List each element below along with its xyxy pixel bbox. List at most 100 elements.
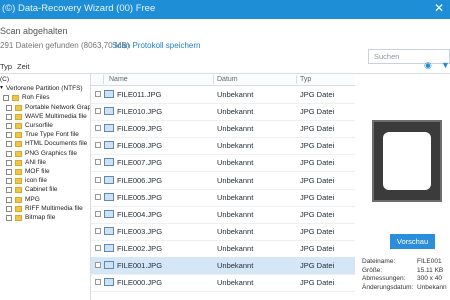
file-name: FILE011.JPG	[117, 90, 162, 99]
tree-checkbox[interactable]	[6, 123, 12, 129]
preview-panel: Vorschau Dateiname: FILE001 Größe: 15.11 KB…	[356, 74, 450, 300]
file-row[interactable]: FILE010.JPG Unbekannt JPG Datei	[91, 103, 355, 122]
row-checkbox[interactable]	[95, 193, 101, 200]
column-header: Name Datum Typ	[91, 74, 355, 86]
file-type: JPG Datei	[300, 261, 335, 270]
row-checkbox[interactable]	[95, 262, 101, 268]
tree-checkbox[interactable]	[3, 95, 9, 102]
row-checkbox[interactable]	[95, 108, 101, 115]
tree-checkbox[interactable]	[6, 196, 12, 203]
tree-checkbox[interactable]	[6, 187, 12, 194]
row-checkbox[interactable]	[95, 142, 101, 149]
file-info-value: FILE001	[417, 258, 442, 265]
image-file-icon	[104, 158, 114, 167]
tab-type[interactable]: Typ	[0, 62, 12, 71]
file-row[interactable]: FILE007.JPG Unbekannt JPG Datei	[91, 154, 355, 173]
tree-item-label: MPG	[25, 195, 40, 203]
file-row[interactable]: FILE001.JPG Unbekannt JPG Datei	[91, 257, 355, 275]
row-checkbox[interactable]	[95, 176, 101, 183]
file-type: JPG Datei	[300, 175, 335, 185]
row-checkbox[interactable]	[95, 125, 101, 132]
file-date: Unbekannt	[217, 261, 254, 270]
file-type: JPG Datei	[300, 226, 335, 236]
folder-icon	[15, 159, 22, 166]
tree-checkbox[interactable]	[6, 178, 12, 185]
tree-checkbox[interactable]	[6, 169, 12, 175]
folder-icon	[15, 113, 22, 120]
file-row[interactable]: FILE005.JPG Unbekannt JPG Datei	[91, 189, 355, 207]
file-row[interactable]: FILE004.JPG Unbekannt JPG Datei	[91, 206, 355, 224]
column-type[interactable]: Typ	[300, 76, 311, 83]
folder-icon	[15, 178, 22, 185]
folder-icon	[15, 141, 22, 148]
file-row[interactable]: FILE003.JPG Unbekannt JPG Datei	[91, 223, 355, 241]
folder-icon	[15, 215, 22, 221]
file-date: Unbekannt	[217, 141, 254, 151]
tree-item-label: icon file	[25, 177, 48, 185]
row-checkbox[interactable]	[95, 210, 101, 217]
column-date[interactable]: Datum	[217, 76, 238, 83]
column-name[interactable]: Name	[109, 76, 128, 83]
file-row[interactable]: FILE009.JPG Unbekannt JPG Datei	[91, 120, 355, 139]
tree-item-label: RIFF Multimedia file	[25, 204, 83, 212]
row-checkbox[interactable]	[95, 227, 101, 234]
tree-item-label: WAVE Multimedia file	[25, 112, 87, 120]
search-placeholder: Suchen	[374, 52, 400, 61]
tree-item-label: HTML Documents file	[25, 140, 88, 148]
tree-checkbox[interactable]	[6, 150, 12, 157]
file-type: JPG Datei	[300, 90, 335, 99]
row-checkbox[interactable]	[95, 244, 101, 251]
preview-image	[372, 120, 442, 202]
tree-checkbox[interactable]	[6, 159, 12, 166]
folder-icon	[15, 187, 22, 194]
file-info-label: Größe:	[362, 266, 383, 274]
tree-checkbox[interactable]	[6, 141, 12, 148]
file-name: FILE005.JPG	[117, 192, 163, 202]
file-type: JPG Datei	[300, 209, 335, 219]
file-row[interactable]: FILE008.JPG Unbekannt JPG Datei	[91, 137, 355, 156]
tree-item-label: Cabinet file	[25, 186, 58, 194]
file-row[interactable]: FILE000.JPG Unbekannt JPG Datei	[91, 274, 355, 293]
file-row[interactable]: FILE006.JPG Unbekannt JPG Datei	[91, 172, 355, 190]
file-name: FILE006.JPG	[117, 175, 163, 185]
file-date: Unbekannt	[217, 243, 254, 253]
tree-checkbox[interactable]	[6, 104, 12, 111]
file-row[interactable]: FILE002.JPG Unbekannt JPG Datei	[91, 240, 355, 258]
folder-tree: (C) ▾ Verlorene Partition (NTFS) Roh Files P…	[0, 74, 91, 300]
folder-icon	[15, 205, 22, 212]
folder-icon	[12, 95, 19, 102]
file-date: Unbekannt	[217, 278, 254, 288]
file-row[interactable]: FILE011.JPG Unbekannt JPG Datei	[91, 86, 355, 104]
tree-item-label: Roh Files	[22, 94, 50, 102]
row-checkbox[interactable]	[95, 159, 101, 166]
file-date: Unbekannt	[217, 175, 254, 185]
preview-button[interactable]: Vorschau	[390, 234, 435, 249]
close-icon[interactable]: ✕	[434, 1, 444, 15]
tree-item-label: Bitmap file	[25, 214, 56, 221]
tab-time[interactable]: Zeit	[17, 62, 30, 71]
file-name: FILE000.JPG	[117, 278, 163, 288]
file-info-label: Änderungsdatum:	[362, 283, 414, 291]
row-checkbox[interactable]	[95, 279, 101, 286]
folder-icon	[15, 169, 22, 175]
image-file-icon	[104, 175, 114, 184]
tree-checkbox[interactable]	[6, 113, 12, 120]
folder-icon	[15, 123, 22, 129]
chevron-down-icon[interactable]: ▾	[0, 84, 3, 91]
tree-checkbox[interactable]	[6, 132, 12, 139]
image-file-icon	[104, 192, 114, 201]
file-info-value: 300 x 40	[417, 275, 442, 282]
tree-checkbox[interactable]	[6, 205, 12, 212]
row-checkbox[interactable]	[95, 91, 101, 97]
save-scan-link[interactable]: Scan Protokoll speichern	[112, 41, 201, 50]
scan-heading: Scan abgehalten	[0, 26, 68, 36]
tree-item-label: Portable Network Graph	[25, 103, 91, 111]
folder-icon	[15, 104, 22, 111]
funnel-icon[interactable]: ▼	[441, 60, 450, 70]
tree-checkbox[interactable]	[6, 215, 12, 221]
eye-icon[interactable]: ◉	[424, 60, 432, 71]
file-type: JPG Datei	[300, 124, 335, 134]
scan-header: Scan abgehalten 291 Dateien gefunden (80…	[0, 19, 450, 64]
tree-item-label: True Type Font file	[25, 131, 79, 139]
image-file-icon	[104, 261, 114, 269]
